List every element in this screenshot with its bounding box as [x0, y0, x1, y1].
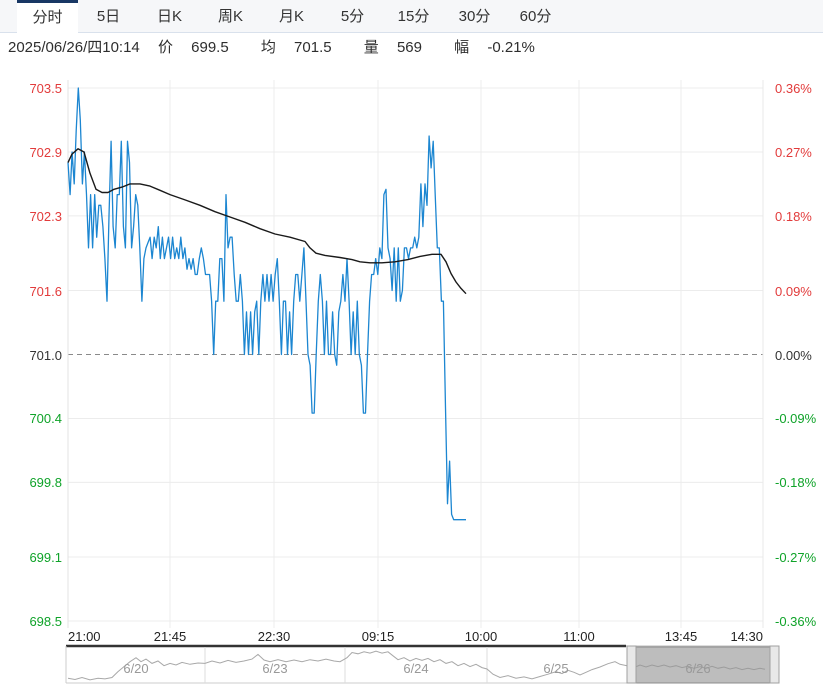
price-axis-label: 701.0: [0, 348, 62, 363]
time-axis-label: 10:00: [451, 629, 511, 644]
percent-axis-label: 0.09%: [775, 284, 823, 299]
percent-axis-label: 0.36%: [775, 81, 823, 96]
percent-axis-label: -0.27%: [775, 550, 823, 565]
price-axis-label: 702.9: [0, 145, 62, 160]
time-axis-label: 09:15: [348, 629, 408, 644]
average-line: [68, 149, 466, 294]
percent-axis-label: 0.00%: [775, 348, 823, 363]
navigator-right-handle[interactable]: [770, 646, 779, 683]
navigator-date-label: 6/25: [534, 661, 578, 676]
navigator-date-label: 6/26: [676, 661, 720, 676]
time-axis-label: 13:45: [651, 629, 711, 644]
navigator-date-label: 6/23: [253, 661, 297, 676]
price-line: [68, 88, 466, 520]
intraday-chart: [0, 0, 823, 686]
price-axis-label: 699.8: [0, 475, 62, 490]
price-axis-label: 698.5: [0, 614, 62, 629]
percent-axis-label: -0.18%: [775, 475, 823, 490]
navigator-date-label: 6/20: [114, 661, 158, 676]
time-axis-label: 21:45: [140, 629, 200, 644]
navigator-date-label: 6/24: [394, 661, 438, 676]
price-axis-label: 701.6: [0, 284, 62, 299]
percent-axis-label: -0.09%: [775, 411, 823, 426]
time-axis-label: 22:30: [244, 629, 304, 644]
time-axis-label: 11:00: [549, 629, 609, 644]
price-axis-label: 699.1: [0, 550, 62, 565]
percent-axis-label: 0.27%: [775, 145, 823, 160]
time-axis-label: 21:00: [68, 629, 128, 644]
percent-axis-label: -0.36%: [775, 614, 823, 629]
percent-axis-label: 0.18%: [775, 209, 823, 224]
price-axis-label: 700.4: [0, 411, 62, 426]
price-axis-label: 702.3: [0, 209, 62, 224]
time-axis-label: 14:30: [703, 629, 763, 644]
navigator-left-handle[interactable]: [627, 646, 636, 683]
price-axis-label: 703.5: [0, 81, 62, 96]
